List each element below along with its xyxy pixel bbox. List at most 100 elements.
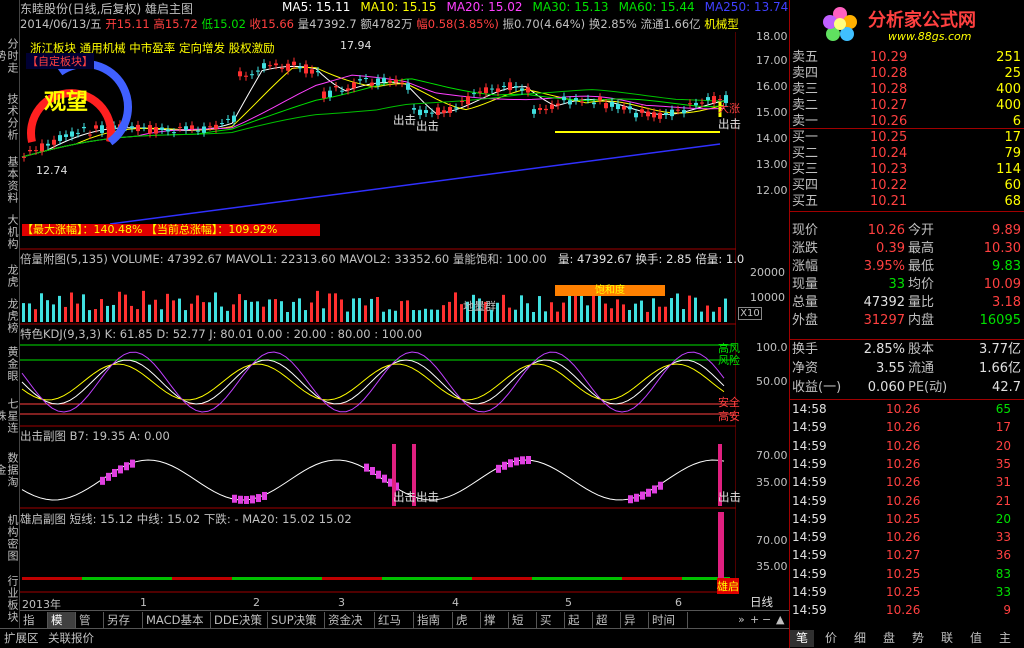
zoom-out-icon[interactable]: − xyxy=(762,613,771,626)
quote-tab-0[interactable]: 笔 xyxy=(790,630,814,647)
left-tab-4[interactable]: 龙虎 xyxy=(1,262,19,290)
volume-bar xyxy=(280,301,283,322)
chuji-block xyxy=(508,459,513,468)
volume-bar xyxy=(400,301,403,322)
quote-tab-2[interactable]: 细 xyxy=(848,630,872,647)
volume-unit-label: X10 xyxy=(738,307,762,320)
volume-bar xyxy=(544,311,547,322)
left-tab-8[interactable]: 数据淘金 xyxy=(0,450,19,490)
xiong-bar xyxy=(256,577,262,580)
indicator-tab-2[interactable]: 管理 xyxy=(76,612,104,643)
stat-value: 42.7 xyxy=(992,380,1021,395)
volume-bar xyxy=(160,309,163,322)
xiong-bar xyxy=(190,577,196,580)
buy-level-price: 10.21 xyxy=(870,194,908,209)
stat-value: 2.85% xyxy=(863,342,905,357)
related-quote-tab[interactable]: 关联报价 xyxy=(48,630,94,646)
volume-bar xyxy=(562,302,565,322)
indicator-tab-14[interactable]: 起爆 xyxy=(565,612,593,643)
indicator-tab-13[interactable]: 买入 xyxy=(537,612,565,643)
candle-body xyxy=(232,115,236,122)
left-tab-2[interactable]: 基本资料 xyxy=(1,156,19,204)
stat-label: 净资 xyxy=(792,361,819,376)
indicator-tab-10[interactable]: 虎拓 xyxy=(453,612,481,643)
info-field-1: 开15.11 xyxy=(105,17,154,31)
candle-body xyxy=(664,112,668,116)
quote-tab-1[interactable]: 价 xyxy=(819,630,843,647)
divider xyxy=(790,211,1024,212)
xiong-bar xyxy=(358,577,364,580)
left-tab-6[interactable]: 黄金眼 xyxy=(1,344,19,384)
indicator-tab-5[interactable]: DDE决策 xyxy=(211,612,268,628)
zoom-in-icon[interactable]: + xyxy=(750,613,759,626)
left-tab-3[interactable]: 大机构 xyxy=(1,212,19,252)
quote-value: 10.26 xyxy=(867,223,905,238)
quote-value: 9.83 xyxy=(992,259,1021,274)
candle-body xyxy=(562,96,566,101)
quote-row: 现量 33 均价 10.09 xyxy=(790,277,1024,296)
quote-label: 均价 xyxy=(908,277,935,292)
left-tab-10[interactable]: 行业板块 xyxy=(1,574,19,624)
xiong-bar xyxy=(604,577,610,580)
candle-body xyxy=(22,156,26,158)
candle-body xyxy=(250,74,254,76)
candle-body xyxy=(172,132,176,134)
quote-tab-5[interactable]: 联 xyxy=(935,630,959,647)
quote-label: 涨跌 xyxy=(792,241,819,256)
chuji-block xyxy=(256,494,261,503)
indicator-tab-16[interactable]: 异动 xyxy=(621,612,649,643)
quote-label: 外盘 xyxy=(792,313,819,328)
xiong-bar xyxy=(280,577,286,580)
candle-body xyxy=(316,71,320,73)
quote-tab-6[interactable]: 值 xyxy=(964,630,988,647)
scroll-right-icon[interactable]: » xyxy=(738,613,745,626)
volume-bar xyxy=(592,292,595,322)
quote-tab-4[interactable]: 势 xyxy=(906,630,930,647)
quote-value: 10.09 xyxy=(983,277,1021,292)
quote-label: 总量 xyxy=(792,295,819,310)
indicator-tab-4[interactable]: MACD基本 xyxy=(143,612,211,628)
left-tab-0[interactable]: 分时走势 xyxy=(0,36,19,76)
period-label[interactable]: 日线 xyxy=(750,594,773,610)
xiong-bar xyxy=(502,577,508,580)
volume-bar xyxy=(346,311,349,322)
quote-tab-3[interactable]: 盘 xyxy=(877,630,901,647)
chuji-block xyxy=(112,468,117,477)
volume-bar xyxy=(616,299,619,322)
indicator-tab-0[interactable]: 指标 xyxy=(20,612,48,643)
indicator-tab-1[interactable]: 模板 xyxy=(48,612,76,643)
indicator-tab-15[interactable]: 超前 xyxy=(593,612,621,643)
tick-volume: 17 xyxy=(995,420,1011,435)
indicator-tab-3[interactable]: 另存为 xyxy=(104,612,143,643)
xiong-bar xyxy=(274,577,280,580)
custom-block-label[interactable]: 【自定板块】 xyxy=(26,53,94,69)
candle-body xyxy=(430,112,434,114)
indicator-tab-7[interactable]: 资金决策 xyxy=(325,612,375,643)
tick-price: 10.26 xyxy=(886,456,921,471)
volume-bar xyxy=(274,299,277,322)
candle-body xyxy=(478,91,482,93)
chuji-block xyxy=(496,464,501,473)
left-tab-7[interactable]: 七星连珠 xyxy=(0,396,19,436)
extension-area-tab[interactable]: 扩展区 xyxy=(4,630,39,646)
indicator-tab-17[interactable]: 时间窗 xyxy=(649,612,688,643)
quote-label: 量比 xyxy=(908,295,935,310)
indicator-tab-8[interactable]: 红马甲 xyxy=(375,612,414,643)
tick-price: 10.26 xyxy=(886,438,921,453)
price-axis-label: 15.00 xyxy=(756,106,788,119)
candle-body xyxy=(544,108,548,111)
volume-bar xyxy=(724,298,727,322)
volume-bar xyxy=(658,306,661,322)
scroll-up-icon[interactable]: ▲ xyxy=(776,613,784,626)
left-tab-1[interactable]: 技术分析 xyxy=(1,92,19,142)
indicator-tab-12[interactable]: 短线 xyxy=(509,612,537,643)
candle-body xyxy=(190,125,194,130)
indicator-tab-11[interactable]: 撑压 xyxy=(481,612,509,643)
indicator-tab-6[interactable]: SUP决策 xyxy=(268,612,325,628)
left-tab-9[interactable]: 机构密图 xyxy=(1,508,19,568)
quote-tab-7[interactable]: 主 xyxy=(993,630,1017,647)
indicator-tab-9[interactable]: 指南针 xyxy=(414,612,453,643)
extension-bar: 扩展区 关联报价 xyxy=(0,628,789,648)
left-tab-5[interactable]: 龙虎榜 xyxy=(1,296,19,336)
tick-volume: 20 xyxy=(995,438,1011,453)
